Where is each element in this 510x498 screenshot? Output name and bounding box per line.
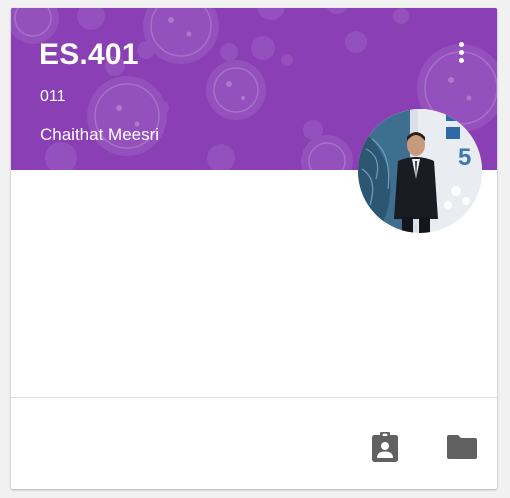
more-vert-icon (458, 41, 464, 47)
more-options-button[interactable] (447, 36, 475, 68)
class-section: 011 (40, 88, 66, 105)
assignment-ind-icon (372, 432, 398, 462)
class-card[interactable]: ES.401 011 Chaithat Meesri 5 (11, 8, 497, 489)
folder-icon (447, 435, 477, 459)
open-folder-button[interactable] (444, 429, 480, 465)
open-gradebook-button[interactable] (367, 429, 403, 465)
class-title[interactable]: ES.401 (39, 38, 139, 72)
teacher-avatar: 5 (358, 109, 482, 233)
card-divider (11, 397, 497, 398)
more-vert-icon-dot-2 (458, 49, 464, 55)
more-vert-icon-dot-3 (458, 57, 464, 63)
svg-text:5: 5 (458, 144, 471, 171)
teacher-photo: 5 (358, 109, 482, 233)
teacher-name: Chaithat Meesri (40, 125, 160, 144)
